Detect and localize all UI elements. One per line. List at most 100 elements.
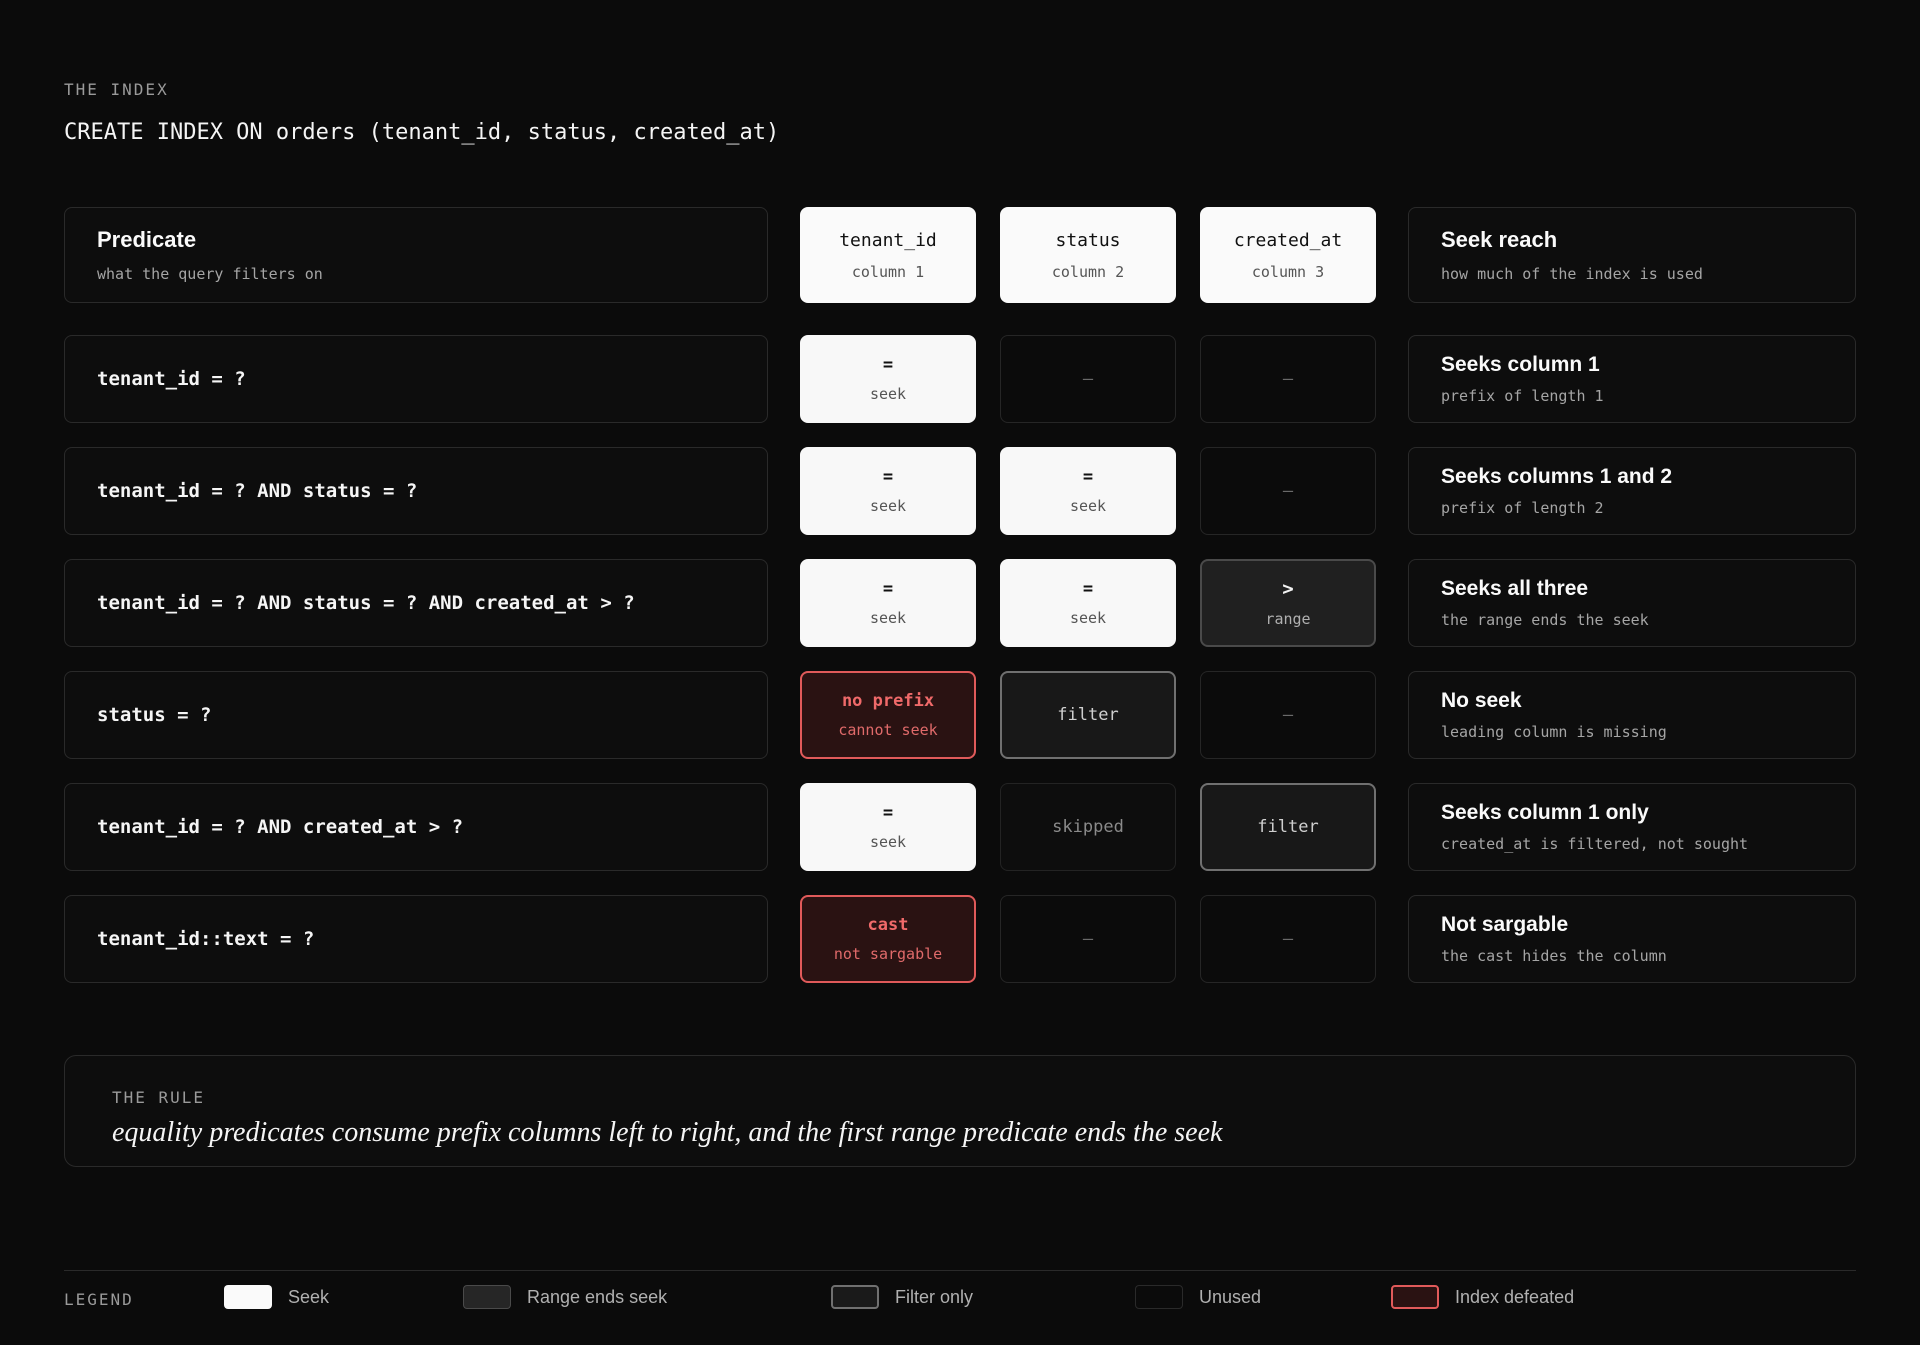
state-operator: = — [882, 355, 894, 375]
state-operator: = — [1082, 579, 1094, 599]
state-label: range — [1265, 610, 1311, 628]
state-operator: filter — [1257, 817, 1319, 837]
predicate-text: tenant_id = ? AND status = ? — [97, 480, 418, 502]
state-operator: cast — [867, 915, 909, 935]
state-operator: – — [1082, 369, 1094, 389]
state-label: seek — [869, 609, 907, 627]
column-position: column 2 — [1051, 262, 1125, 281]
predicate-row: tenant_id = ? AND status = ? = seek = seek – S… — [0, 447, 1920, 535]
legend-text: Range ends seek — [527, 1286, 668, 1307]
predicate-cell: tenant_id::text = ? — [64, 895, 768, 983]
state-cell-unused: – — [1200, 895, 1376, 983]
state-label: seek — [1069, 609, 1107, 627]
reach-title: Not sargable — [1441, 913, 1569, 936]
predicate-cell: tenant_id = ? AND status = ? — [64, 447, 768, 535]
reach-title: Seeks all three — [1441, 577, 1589, 600]
reach-subtitle: created_at is filtered, not sought — [1441, 835, 1749, 853]
state-operator: – — [1282, 705, 1294, 725]
reach-title: No seek — [1441, 689, 1522, 712]
state-cell-range: > range — [1200, 559, 1376, 647]
reach-header: Seek reach how much of the index is used — [1408, 207, 1856, 303]
reach-subtitle: prefix of length 2 — [1441, 499, 1604, 517]
state-operator: > — [1282, 578, 1294, 600]
state-label: seek — [1069, 497, 1107, 515]
column-header-3: created_at column 3 — [1200, 207, 1376, 303]
reach-cell: Seeks columns 1 and 2 prefix of length 2 — [1408, 447, 1856, 535]
state-cell-unused: – — [1200, 671, 1376, 759]
state-cell-seek: = seek — [800, 335, 976, 423]
predicate-cell: tenant_id = ? AND status = ? AND created… — [64, 559, 768, 647]
reach-subtitle: the cast hides the column — [1441, 947, 1667, 965]
state-operator: = — [882, 803, 894, 823]
state-cell-seek: = seek — [800, 559, 976, 647]
state-cell-seek: = seek — [1000, 559, 1176, 647]
reach-title: Seeks column 1 only — [1441, 801, 1649, 824]
legend-text: Unused — [1199, 1286, 1262, 1307]
legend-item-defeated: Index defeated — [1391, 1284, 1574, 1310]
legend-divider — [64, 1270, 1856, 1271]
reach-cell: Not sargable the cast hides the column — [1408, 895, 1856, 983]
reach-cell: Seeks column 1 prefix of length 1 — [1408, 335, 1856, 423]
rule-box: THE RULE equality predicates consume pre… — [64, 1055, 1856, 1167]
column-position: column 3 — [1251, 262, 1325, 281]
predicate-header-title: Predicate — [97, 227, 197, 252]
state-operator: = — [882, 579, 894, 599]
state-operator: skipped — [1052, 817, 1124, 837]
predicate-cell: tenant_id = ? AND created_at > ? — [64, 783, 768, 871]
reach-header-title: Seek reach — [1441, 227, 1558, 252]
predicate-row: tenant_id::text = ? cast not sargable – – Not… — [0, 895, 1920, 983]
predicate-text: tenant_id::text = ? — [97, 928, 315, 950]
state-operator: = — [1082, 467, 1094, 487]
legend-text: Filter only — [895, 1286, 974, 1307]
reach-cell: Seeks all three the range ends the seek — [1408, 559, 1856, 647]
column-name: status — [1055, 229, 1121, 251]
legend-item-range: Range ends seek — [463, 1284, 667, 1310]
predicate-text: tenant_id = ? — [97, 368, 246, 390]
state-cell-seek: = seek — [800, 447, 976, 535]
column-position: column 1 — [851, 262, 925, 281]
state-cell-filter: filter — [1000, 671, 1176, 759]
column-name: created_at — [1233, 229, 1343, 251]
state-cell-skipped: skipped — [1000, 783, 1176, 871]
state-operator: – — [1282, 929, 1294, 949]
predicate-header: Predicate what the query filters on — [64, 207, 768, 303]
predicate-header-subtitle: what the query filters on — [97, 265, 323, 283]
state-operator: – — [1282, 369, 1294, 389]
legend-swatch — [1135, 1285, 1183, 1309]
legend-item-filter: Filter only — [831, 1284, 973, 1310]
state-operator: = — [882, 467, 894, 487]
legend-text: Seek — [288, 1286, 330, 1307]
predicate-text: tenant_id = ? AND status = ? AND created… — [97, 592, 635, 614]
column-header-2: status column 2 — [1000, 207, 1176, 303]
seek-matrix: Predicate what the query filters on tena… — [0, 0, 1920, 1000]
reach-cell: Seeks column 1 only created_at is filtere… — [1408, 783, 1856, 871]
predicate-row: tenant_id = ? AND status = ? AND created… — [0, 559, 1920, 647]
legend-swatch — [463, 1285, 511, 1309]
rule-text: equality predicates consume prefix colum… — [112, 1117, 1223, 1148]
state-cell-defeated: no prefix cannot seek — [800, 671, 976, 759]
state-label: seek — [869, 497, 907, 515]
legend-item-seek: Seek — [224, 1284, 329, 1310]
state-cell-unused: – — [1200, 447, 1376, 535]
state-cell-filter: filter — [1200, 783, 1376, 871]
predicate-text: tenant_id = ? AND created_at > ? — [97, 816, 464, 838]
state-cell-seek: = seek — [1000, 447, 1176, 535]
predicate-cell: tenant_id = ? — [64, 335, 768, 423]
state-label: seek — [869, 833, 907, 851]
reach-cell: No seek leading column is missing — [1408, 671, 1856, 759]
predicate-row: tenant_id = ? AND created_at > ? = seek ski… — [0, 783, 1920, 871]
predicate-row: status = ? no prefix cannot seek filter – No … — [0, 671, 1920, 759]
column-header-1: tenant_id column 1 — [800, 207, 976, 303]
state-cell-unused: – — [1000, 895, 1176, 983]
legend-swatch — [831, 1285, 879, 1309]
reach-subtitle: the range ends the seek — [1441, 611, 1649, 629]
reach-title: Seeks columns 1 and 2 — [1441, 465, 1673, 488]
state-cell-seek: = seek — [800, 783, 976, 871]
state-operator: filter — [1057, 705, 1119, 725]
reach-title: Seeks column 1 — [1441, 353, 1600, 376]
legend-label: LEGEND — [64, 1290, 134, 1309]
state-operator: – — [1282, 481, 1294, 501]
state-label: seek — [869, 385, 907, 403]
header-row: Predicate what the query filters on tena… — [0, 207, 1920, 303]
column-name: tenant_id — [839, 229, 937, 251]
